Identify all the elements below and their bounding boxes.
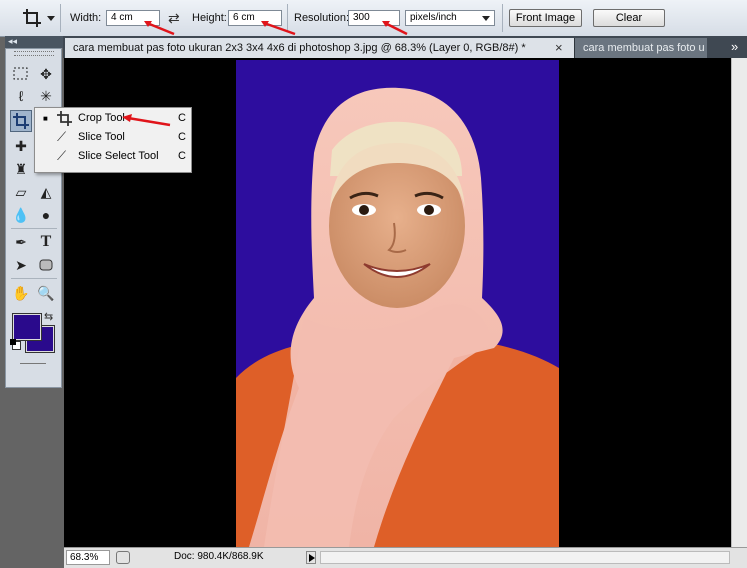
- blur-tool[interactable]: 💧: [11, 205, 31, 225]
- pen-icon: ✒: [15, 233, 27, 250]
- arrow-pointer-icon: ➤: [15, 256, 27, 273]
- toolbox-divider: [11, 278, 57, 279]
- toolbox-divider: [11, 228, 57, 229]
- bandage-icon: ✚: [15, 137, 27, 154]
- lasso-tool[interactable]: ℓ: [11, 86, 31, 106]
- healing-brush-tool[interactable]: ✚: [11, 136, 31, 156]
- flyout-item-label: Slice Tool: [78, 131, 125, 143]
- tab-title: cara membuat pas foto ukuran 2x3 3x4 4x6…: [73, 42, 526, 54]
- foreground-color-swatch[interactable]: [12, 313, 42, 341]
- default-colors-icon[interactable]: [10, 339, 21, 350]
- status-info-icon[interactable]: [116, 551, 130, 564]
- annotation-arrow: [122, 114, 171, 127]
- move-icon: ✥: [40, 65, 52, 82]
- document-size-info: Doc: 980.4K/868.9K: [174, 551, 264, 562]
- path-selection-tool[interactable]: ➤: [11, 255, 31, 275]
- tab-title: cara membuat pas foto u: [583, 42, 705, 54]
- hand-icon: ✋: [12, 284, 30, 301]
- flyout-item-slice-select-tool[interactable]: ⟋ Slice Select Tool C: [35, 147, 191, 166]
- slice-select-icon: ⟋: [57, 148, 67, 163]
- stamp-icon: ♜: [14, 160, 28, 177]
- toolbox: ✥ ℓ ✳ ✚ ♜ ▱ ◭ 💧 ● ✒ T ➤ ✋ 🔍 ⇆: [5, 48, 62, 388]
- options-bar: Width: 4 cm ⇄ Height: 6 cm Resolution: 3…: [0, 0, 747, 37]
- eraser-icon: ▱: [15, 183, 27, 200]
- dodge-tool[interactable]: ●: [36, 205, 56, 225]
- status-bar: 68.3% Doc: 980.4K/868.9K: [64, 547, 747, 568]
- flyout-item-label: Slice Select Tool: [78, 150, 159, 162]
- vertical-scrollbar[interactable]: [731, 58, 747, 547]
- hand-tool[interactable]: ✋: [11, 283, 31, 303]
- type-tool[interactable]: T: [36, 232, 56, 252]
- lasso-icon: ℓ: [18, 88, 24, 104]
- type-icon: T: [40, 233, 52, 250]
- annotation-arrows: [144, 21, 408, 36]
- horizontal-scrollbar[interactable]: [320, 551, 730, 564]
- panel-grip[interactable]: [14, 51, 54, 56]
- rect-marquee-icon: [13, 67, 28, 80]
- slice-icon: ⟋: [57, 129, 67, 144]
- rounded-rectangle-icon: [39, 259, 53, 271]
- drop-icon: 💧: [12, 206, 30, 223]
- annotation-arrow: [384, 21, 408, 36]
- flyout-item-label: Crop Tool: [78, 112, 125, 124]
- magic-wand-tool[interactable]: ✳: [36, 86, 56, 106]
- zoom-level-field[interactable]: 68.3%: [66, 550, 110, 565]
- tab-inactive-document[interactable]: cara membuat pas foto u: [574, 38, 707, 58]
- tools-panel-collapse[interactable]: ◂◂: [5, 36, 63, 48]
- clone-stamp-tool[interactable]: ♜: [11, 159, 31, 179]
- status-menu-button[interactable]: [306, 551, 316, 564]
- tab-overflow-icon[interactable]: »: [731, 39, 738, 54]
- document-tab-bar: cara membuat pas foto ukuran 2x3 3x4 4x6…: [63, 36, 747, 58]
- eraser-tool[interactable]: ▱: [11, 182, 31, 202]
- move-tool[interactable]: ✥: [36, 64, 56, 84]
- swap-colors-icon[interactable]: ⇆: [44, 310, 53, 323]
- bucket-icon: ◭: [40, 183, 52, 200]
- tab-active-document[interactable]: cara membuat pas foto ukuran 2x3 3x4 4x6…: [65, 38, 574, 58]
- marquee-tool[interactable]: [11, 64, 31, 84]
- dodge-icon: ●: [41, 207, 51, 223]
- annotation-arrow: [146, 21, 175, 36]
- selected-marker: ■: [43, 114, 48, 123]
- flyout-item-shortcut: C: [178, 150, 186, 162]
- pen-tool[interactable]: ✒: [11, 232, 31, 252]
- triangle-right-icon: [309, 554, 315, 562]
- crop-icon: [13, 113, 29, 129]
- paint-bucket-tool[interactable]: ◭: [36, 182, 56, 202]
- quick-mask-button[interactable]: [20, 363, 46, 364]
- crop-tool[interactable]: [10, 110, 32, 132]
- magnifier-icon: 🔍: [37, 284, 55, 301]
- close-tab-icon[interactable]: ×: [555, 40, 563, 56]
- crop-icon: [57, 111, 72, 126]
- magic-wand-icon: ✳: [40, 87, 52, 104]
- zoom-tool[interactable]: 🔍: [36, 283, 56, 303]
- shape-tool[interactable]: [36, 255, 56, 275]
- annotation-arrow: [263, 21, 296, 36]
